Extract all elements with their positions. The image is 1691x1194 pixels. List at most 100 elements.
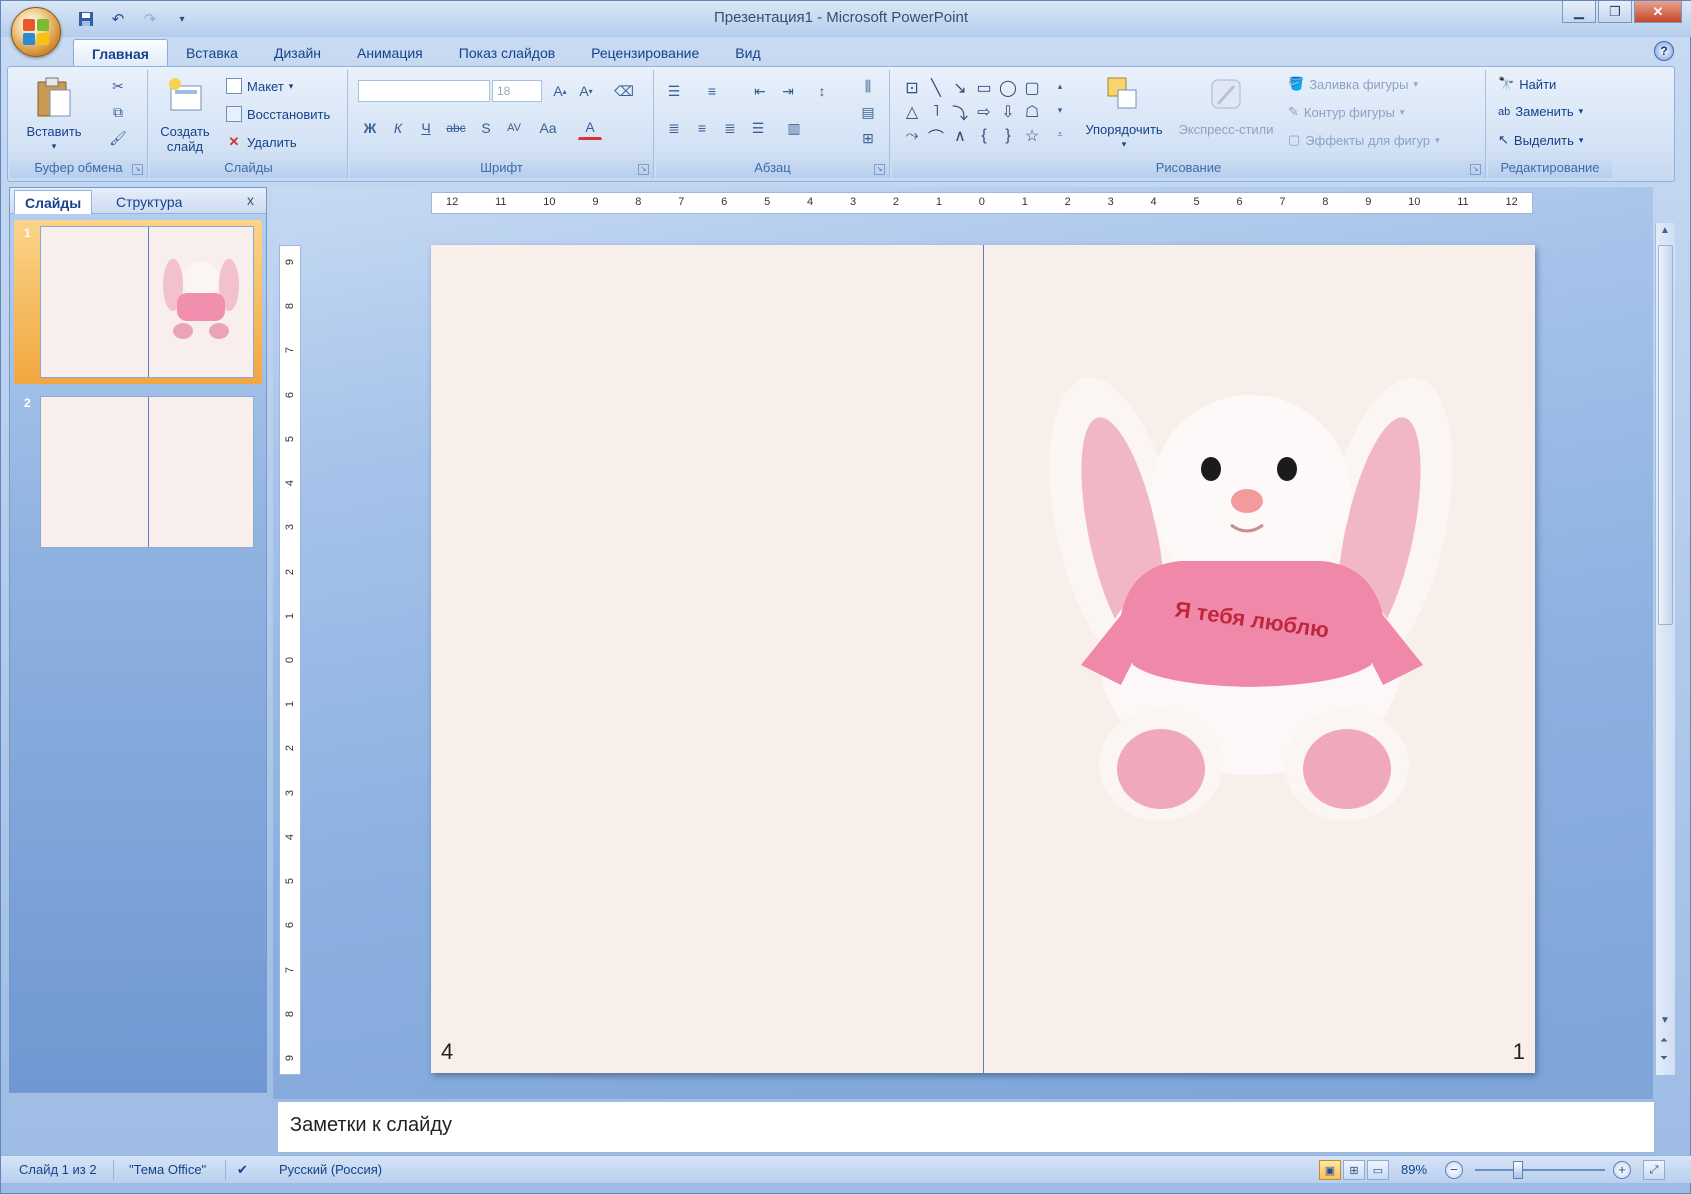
previous-slide-icon[interactable]: ⏶	[1660, 1035, 1668, 1046]
arrange-button[interactable]: Упорядочить ▾	[1076, 74, 1172, 152]
smartart-icon[interactable]: ⊞	[856, 126, 880, 150]
fit-to-window-icon[interactable]: ⤢	[1643, 1160, 1665, 1180]
minimize-button[interactable]: ▁	[1562, 1, 1596, 23]
select-button[interactable]: ↖ Выделить ▾	[1498, 132, 1583, 148]
shrink-font-icon[interactable]: A ▾	[574, 79, 598, 103]
increase-indent-icon[interactable]: ⇥	[776, 79, 800, 103]
underline-icon[interactable]: Ч	[414, 116, 438, 140]
align-center-icon[interactable]: ≡	[690, 116, 714, 140]
rectangle-icon[interactable]: ▭	[972, 76, 996, 100]
horizontal-ruler[interactable]: 12 11 10 9 8 7 6 5 4 3 2 1 0 1 2 3 4 5 6 7 8 9 10 11 12	[431, 192, 1533, 214]
tab-insert[interactable]: Вставка	[168, 39, 256, 67]
bullets-icon[interactable]: ☰	[662, 79, 686, 103]
delete-button[interactable]: ✕ Удалить	[226, 134, 297, 150]
zoom-slider[interactable]	[1475, 1169, 1605, 1171]
right-brace-icon[interactable]: }	[996, 124, 1020, 148]
copy-icon[interactable]: ⧉	[106, 100, 130, 124]
new-slide-button[interactable]: Создать слайд	[154, 76, 216, 154]
vertical-scrollbar[interactable]: ▲ ▼ ⏶ ⏷	[1655, 223, 1675, 1075]
slide-thumbnail-2[interactable]: 2	[14, 390, 262, 554]
italic-icon[interactable]: К	[386, 116, 410, 140]
slideshow-button[interactable]: ▭	[1367, 1160, 1389, 1180]
shape-outline-button[interactable]: ✎ Контур фигуры ▾	[1288, 104, 1404, 120]
normal-view-button[interactable]: ▣	[1319, 1160, 1341, 1180]
freeform-icon[interactable]: ☖	[1020, 100, 1044, 124]
triangle-icon[interactable]: △	[900, 100, 924, 124]
elbow-arrow-icon[interactable]: ⤵	[948, 100, 972, 124]
dialog-launcher-icon[interactable]: ↘	[874, 164, 885, 175]
notes-pane[interactable]: Заметки к слайду	[277, 1101, 1655, 1153]
numbering-icon[interactable]: ≡	[700, 79, 724, 103]
zoom-in-icon[interactable]: +	[1613, 1161, 1631, 1179]
arrow-line-icon[interactable]: ↘	[948, 76, 972, 100]
columns-icon[interactable]: ▥	[782, 116, 806, 140]
dialog-launcher-icon[interactable]: ↘	[638, 164, 649, 175]
line-spacing-icon[interactable]: ↕	[810, 79, 834, 103]
zoom-out-icon[interactable]: −	[1445, 1161, 1463, 1179]
tab-slideshow[interactable]: Показ слайдов	[441, 39, 573, 67]
slide-canvas[interactable]: 4 1 Я тебя люблю	[431, 245, 1535, 1073]
layout-button[interactable]: Макет ▾	[226, 78, 293, 94]
elbow-connector-icon[interactable]: ˥	[924, 100, 948, 124]
bold-icon[interactable]: Ж	[358, 116, 382, 140]
tab-outline[interactable]: Структура	[106, 190, 192, 214]
maximize-button[interactable]: ❐	[1598, 1, 1632, 23]
shape-effects-button[interactable]: ▢ Эффекты для фигур ▾	[1288, 132, 1440, 148]
scrollbar-thumb[interactable]	[1658, 245, 1673, 625]
replace-button[interactable]: ab Заменить ▾	[1498, 104, 1583, 119]
format-painter-icon[interactable]: 🖌	[106, 126, 130, 150]
redo-icon[interactable]: ↷	[139, 8, 161, 30]
justify-icon[interactable]: ☰	[746, 116, 770, 140]
dialog-launcher-icon[interactable]: ↘	[1470, 164, 1481, 175]
font-size-field[interactable]: 18	[492, 80, 542, 102]
shapes-gallery[interactable]: ⊡ ╲ ↘ ▭ ◯ ▢ △ ˥ ⤵ ⇨ ⇩ ☖ ⤳ ⌒ ∧{} ☆	[900, 76, 1044, 148]
save-icon[interactable]	[75, 8, 97, 30]
tab-animation[interactable]: Анимация	[339, 39, 441, 67]
align-left-icon[interactable]: ≣	[662, 116, 686, 140]
find-button[interactable]: 🔭 Найти	[1498, 76, 1556, 92]
change-case-icon[interactable]: Aa	[536, 116, 560, 140]
font-color-icon[interactable]: A	[578, 116, 602, 140]
line-icon[interactable]: ╲	[924, 76, 948, 100]
dialog-launcher-icon[interactable]: ↘	[132, 164, 143, 175]
tab-slides[interactable]: Слайды	[14, 190, 93, 214]
slide-thumbnail-1[interactable]: 1	[14, 220, 262, 384]
curve-connector-icon[interactable]: ⤳	[900, 124, 924, 148]
align-text-icon[interactable]: ▤	[856, 100, 880, 124]
shape-fill-button[interactable]: 🪣 Заливка фигуры ▾	[1288, 76, 1418, 92]
shadow-icon[interactable]: S	[474, 116, 498, 140]
cut-icon[interactable]: ✂	[106, 74, 130, 98]
chevron-down-icon[interactable]: ▾	[171, 8, 193, 30]
scroll-down-icon[interactable]: ▾	[1048, 98, 1072, 122]
spellcheck-icon[interactable]: ✔	[237, 1162, 248, 1178]
zoom-level[interactable]: 89%	[1401, 1162, 1427, 1177]
scroll-up-icon[interactable]: ▴	[1048, 74, 1072, 98]
slide-sorter-button[interactable]: ⊞	[1343, 1160, 1365, 1180]
rounded-rect-icon[interactable]: ▢	[1020, 76, 1044, 100]
textbox-icon[interactable]: ⊡	[900, 76, 924, 100]
help-icon[interactable]: ?	[1654, 41, 1674, 61]
curve-icon[interactable]: ∧	[948, 124, 972, 148]
char-spacing-icon[interactable]: AV	[502, 116, 526, 140]
undo-icon[interactable]: ↶	[107, 8, 129, 30]
text-direction-icon[interactable]: ⫼	[856, 74, 880, 98]
clear-format-icon[interactable]: ⌫	[612, 79, 636, 103]
left-brace-icon[interactable]: {	[972, 124, 996, 148]
plush-bunny-image[interactable]: Я тебя люблю	[1011, 365, 1491, 845]
font-name-field[interactable]	[358, 80, 490, 102]
next-slide-icon[interactable]: ⏷	[1660, 1053, 1668, 1064]
vertical-ruler[interactable]: 9 8 7 6 5 4 3 2 1 0 1 2 3 4 5 6 7 8 9	[279, 245, 301, 1075]
close-icon[interactable]: x	[247, 192, 254, 208]
reset-button[interactable]: Восстановить	[226, 106, 330, 122]
decrease-indent-icon[interactable]: ⇤	[748, 79, 772, 103]
strikethrough-icon[interactable]: abc	[444, 116, 468, 140]
tab-home[interactable]: Главная	[73, 39, 168, 67]
scroll-down-icon[interactable]: ▼	[1660, 1015, 1670, 1026]
down-arrow-icon[interactable]: ⇩	[996, 100, 1020, 124]
language[interactable]: Русский (Россия)	[279, 1162, 382, 1177]
arc-icon[interactable]: ⌒	[924, 124, 948, 148]
oval-icon[interactable]: ◯	[996, 76, 1020, 100]
close-button[interactable]: ✕	[1634, 1, 1682, 23]
office-button[interactable]	[11, 7, 61, 57]
quick-styles-button[interactable]: Экспресс-стили	[1174, 74, 1278, 137]
